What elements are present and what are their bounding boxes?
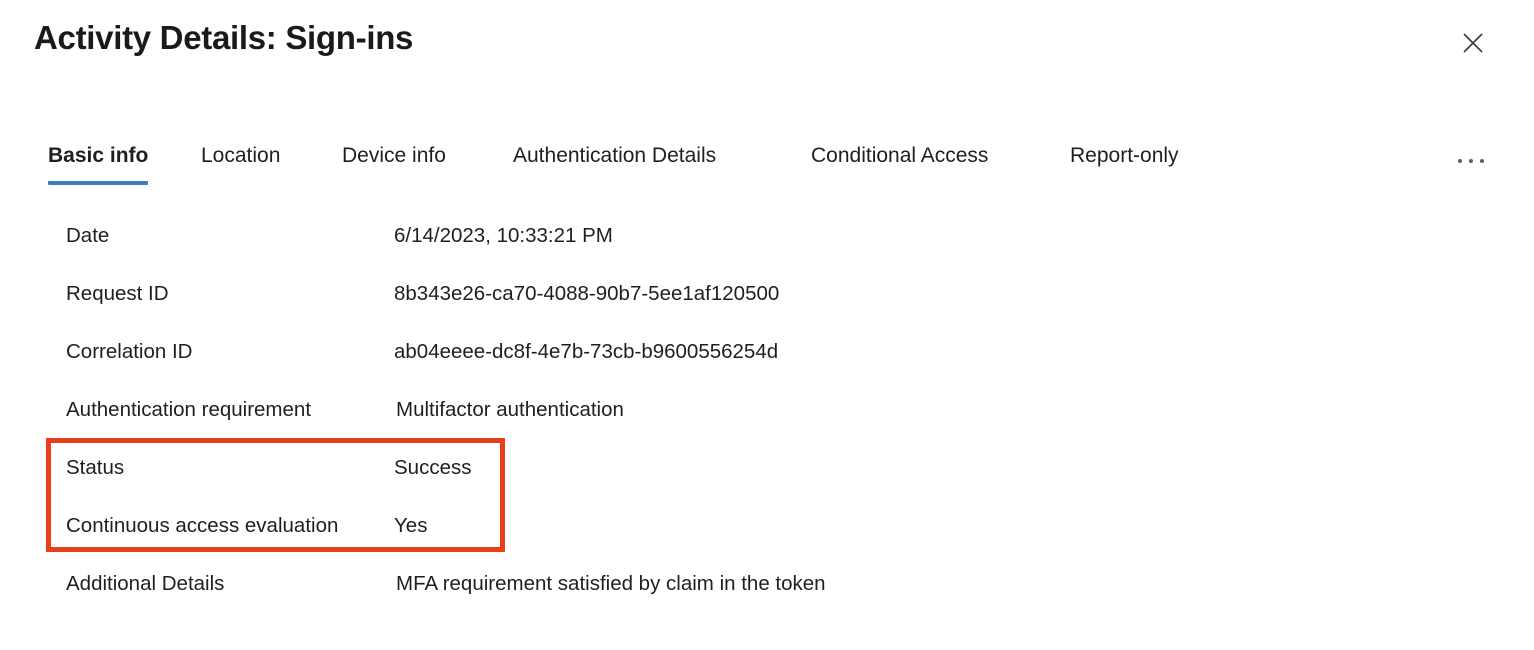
more-tabs-button[interactable] [1448, 144, 1494, 178]
tab-strip: Basic info Location Device info Authenti… [0, 140, 1534, 188]
tab-active-indicator [48, 181, 149, 185]
detail-label: Request ID [66, 282, 169, 305]
tab-conditional-access[interactable]: Conditional Access [811, 140, 988, 186]
detail-label: Authentication requirement [66, 398, 312, 421]
tab-basic-info[interactable]: Basic info [48, 140, 149, 186]
tab-location[interactable]: Location [201, 140, 280, 186]
detail-value: ab04eeee-dc8f-4e7b-73cb-b9600556254d [394, 340, 779, 363]
tab-label: Device info [342, 144, 446, 167]
close-icon [1461, 31, 1485, 55]
detail-row-date: Date 6/14/2023, 10:33:21 PM [0, 213, 1534, 271]
detail-label: Additional Details [66, 572, 225, 595]
tab-label: Conditional Access [811, 144, 989, 167]
tab-authentication-details[interactable]: Authentication Details [513, 140, 716, 186]
page-title: Activity Details: Sign-ins [34, 19, 414, 56]
detail-row-correlation-id: Correlation ID ab04eeee-dc8f-4e7b-73cb-b… [0, 329, 1534, 387]
detail-value: MFA requirement satisfied by claim in th… [396, 572, 826, 595]
panel-header: Activity Details: Sign-ins [0, 0, 1534, 96]
ellipsis-icon-dot [1469, 159, 1473, 163]
detail-row-status: Status Success [0, 445, 1534, 503]
detail-label: Continuous access evaluation [66, 514, 339, 537]
close-button[interactable] [1452, 22, 1494, 64]
detail-label: Date [66, 224, 110, 247]
tab-label: Authentication Details [513, 144, 717, 167]
tab-device-info[interactable]: Device info [342, 140, 446, 186]
detail-value: 8b343e26-ca70-4088-90b7-5ee1af120500 [394, 282, 780, 305]
ellipsis-icon-dot [1458, 159, 1462, 163]
tab-label: Report-only [1070, 144, 1179, 167]
detail-row-continuous-access-evaluation: Continuous access evaluation Yes [0, 503, 1534, 561]
detail-row-request-id: Request ID 8b343e26-ca70-4088-90b7-5ee1a… [0, 271, 1534, 329]
status-value: Success [394, 456, 472, 479]
detail-value: Yes [394, 514, 428, 537]
detail-label: Status [66, 456, 125, 479]
tab-label: Basic info [48, 144, 149, 167]
basic-info-details-list: Date 6/14/2023, 10:33:21 PM Request ID 8… [0, 213, 1534, 619]
detail-row-additional-details: Additional Details MFA requirement satis… [0, 561, 1534, 619]
ellipsis-icon-dot [1480, 159, 1484, 163]
detail-row-authentication-requirement: Authentication requirement Multifactor a… [0, 387, 1534, 445]
detail-value: Multifactor authentication [396, 398, 624, 421]
detail-label: Correlation ID [66, 340, 193, 363]
tab-label: Location [201, 144, 281, 167]
tab-report-only[interactable]: Report-only [1070, 140, 1179, 186]
detail-value: 6/14/2023, 10:33:21 PM [394, 224, 613, 247]
